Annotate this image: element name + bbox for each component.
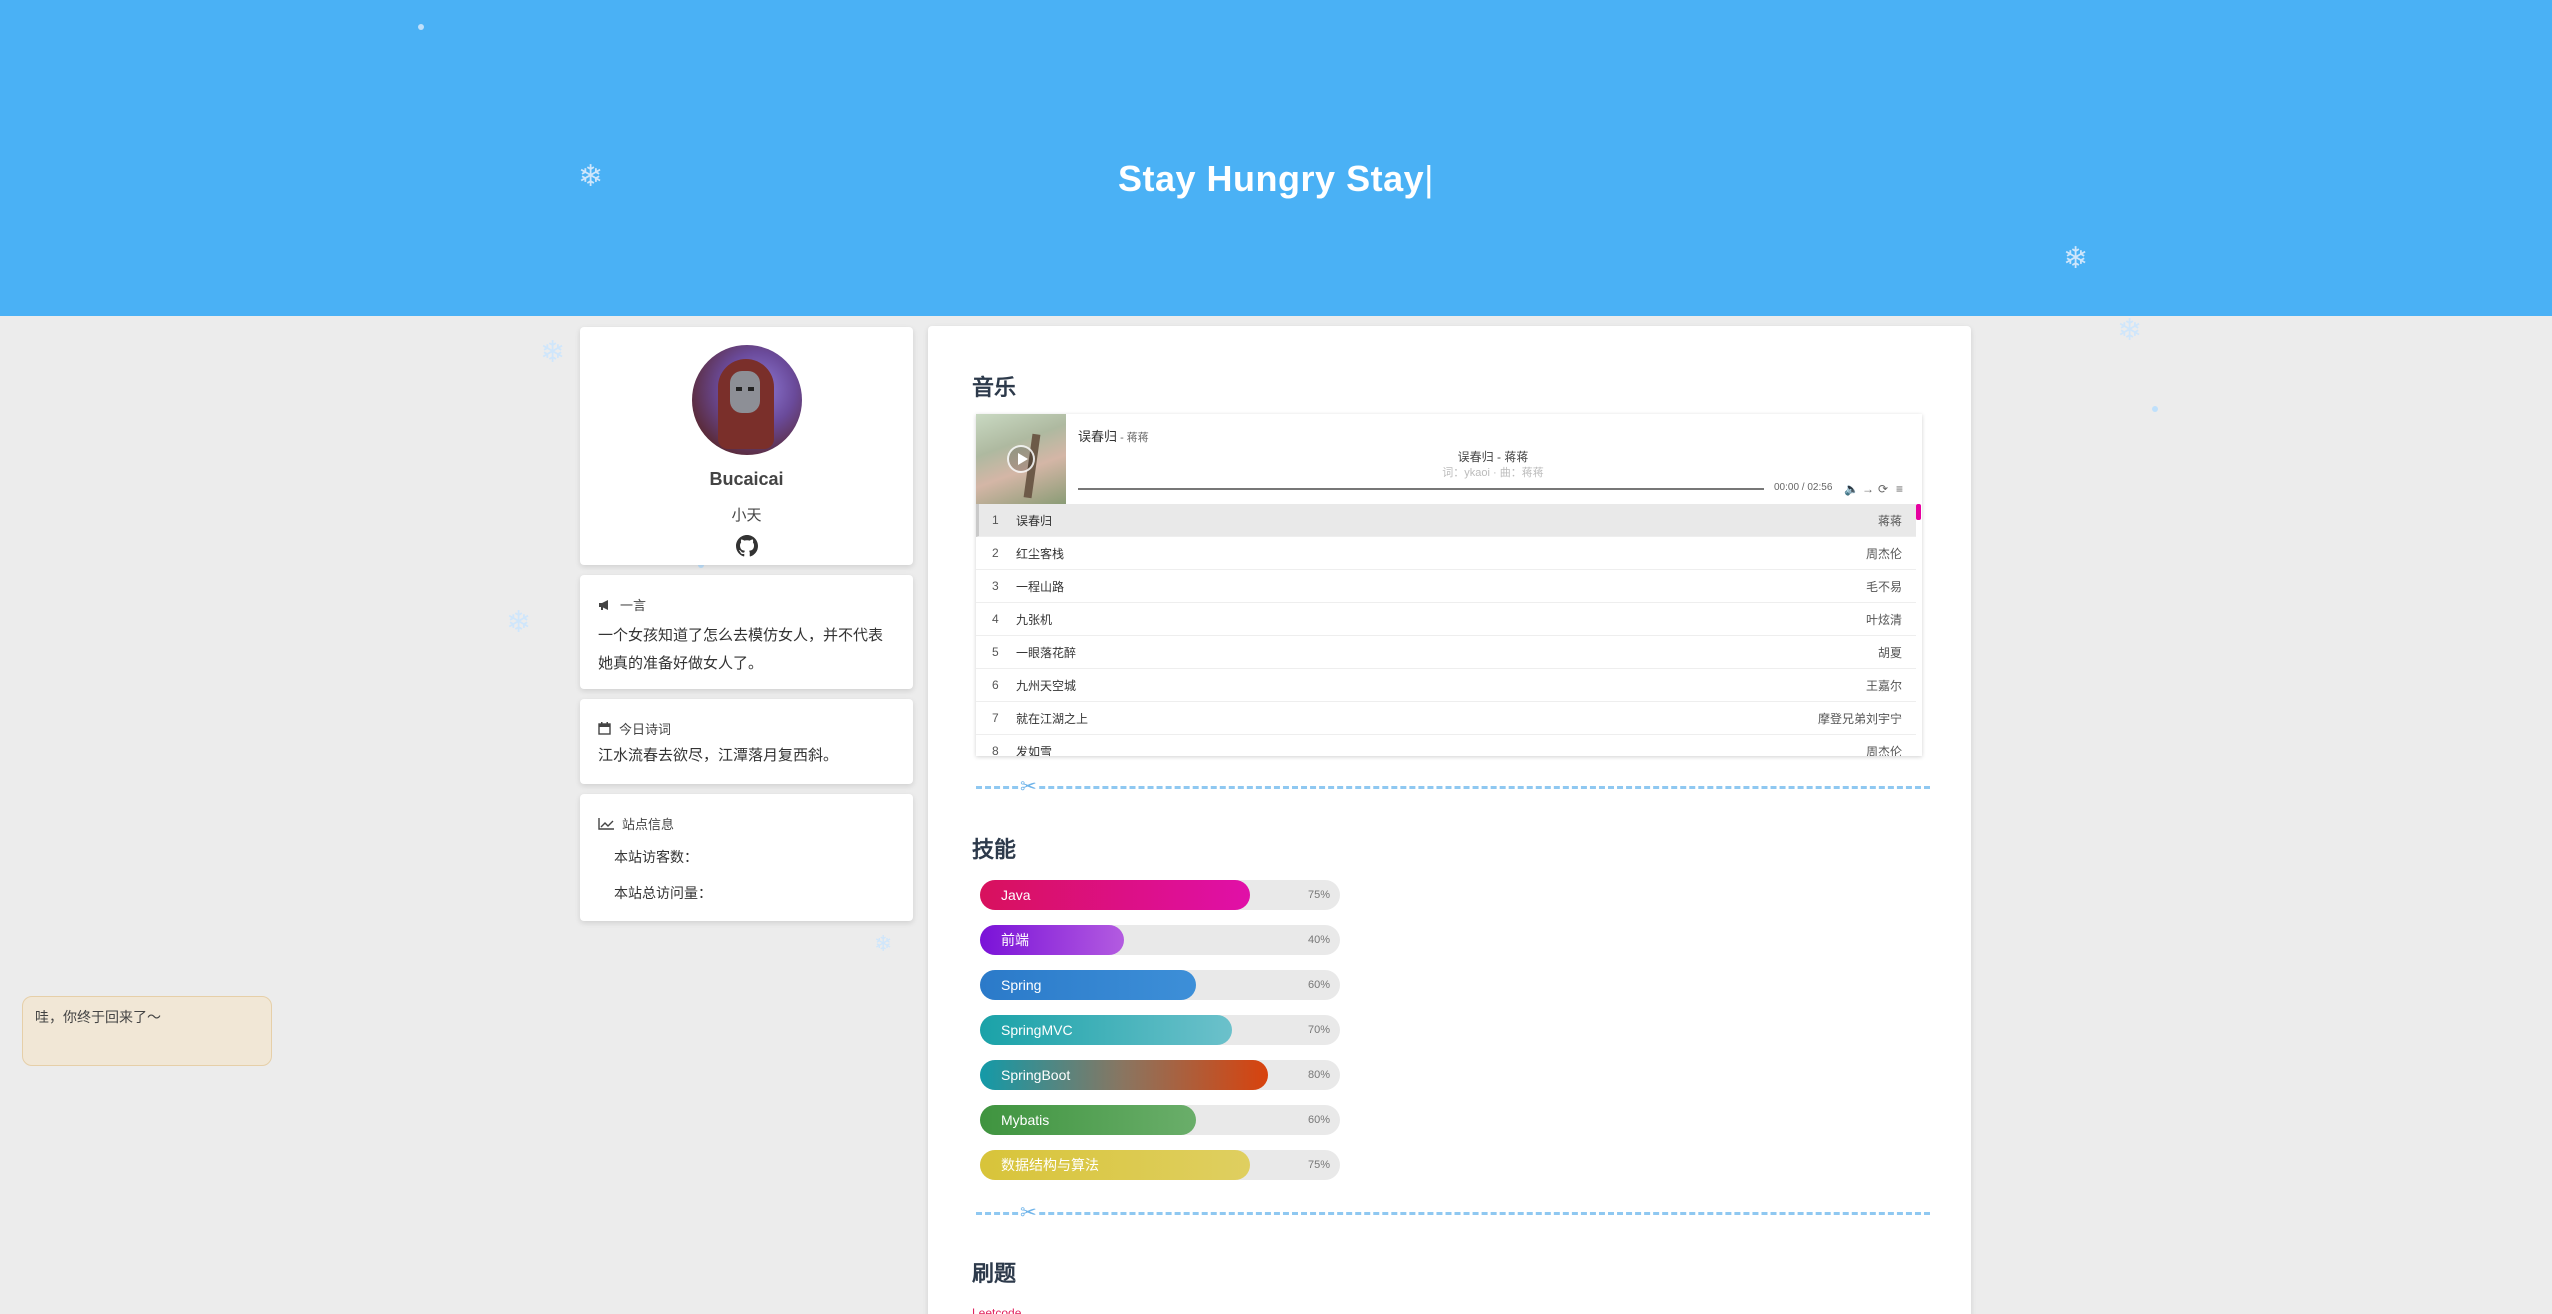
skill-bar-fill: Spring — [980, 970, 1196, 1000]
lyric-line: 误春归 - 蒋蒋 — [1457, 450, 1529, 464]
skill-percent: 40% — [1307, 934, 1330, 946]
skill-bar-fill: Mybatis — [980, 1105, 1196, 1135]
megaphone-icon — [599, 599, 608, 610]
view-count: 本站总访问量： — [614, 885, 712, 901]
order-icon[interactable]: → — [1862, 482, 1874, 496]
playlist-item[interactable]: 5 一眼落花醉 胡夏 — [976, 636, 1916, 669]
volume-icon[interactable]: 🔈 — [1844, 482, 1859, 496]
skills-section-title: 技能 — [972, 837, 1017, 862]
profile-nickname: 小天 — [731, 507, 762, 524]
snowflake-icon: ❄ — [540, 336, 566, 369]
skill-bar-fill: 前端 — [980, 925, 1124, 955]
profile-name: Bucaicai — [709, 469, 784, 489]
snowflake-icon: ❄ — [2117, 314, 2143, 347]
section-divider — [976, 1212, 1930, 1215]
quote-text: 一个女孩知道了怎么去模仿女人，并不代表她真的准备好做女人了。 — [598, 627, 884, 672]
skill-bar: 前端 40% — [980, 925, 1340, 955]
poem-card: 今日诗词 江水流春去欲尽，江潭落月复西斜。 — [580, 699, 913, 784]
playlist: 1 误春归 蒋蒋 2 红尘客栈 周杰伦 3 一程山路 毛不易 4 九张机 叶炫清 5 一眼落花醉胡… — [976, 504, 1916, 756]
skill-bar: 数据结构与算法 75% — [980, 1150, 1340, 1180]
typing-text: Stay Hungry Stay — [1118, 158, 1425, 199]
site-info-card: 站点信息 本站访客数： 本站总访问量： — [580, 794, 913, 921]
snowflake-icon: ❄ — [578, 160, 604, 193]
playlist-item[interactable]: 4 九张机 叶炫清 — [976, 603, 1916, 636]
progress-bar[interactable] — [1078, 488, 1764, 490]
poem-card-title: 今日诗词 — [619, 722, 672, 737]
playlist-item[interactable]: 1 误春归 蒋蒋 — [976, 504, 1916, 537]
calendar-icon — [598, 722, 611, 735]
skill-bar: Spring 60% — [980, 970, 1340, 1000]
welcome-tip: 哇，你终于回来了～ — [22, 996, 272, 1066]
skill-bar: Java 75% — [980, 880, 1340, 910]
skill-percent: 70% — [1307, 1024, 1330, 1036]
playlist-item[interactable]: 2 红尘客栈 周杰伦 — [976, 537, 1916, 570]
skill-percent: 75% — [1307, 1159, 1330, 1171]
scissors-icon: ✂ — [1020, 1202, 1037, 1224]
playlist-item[interactable]: 3 一程山路 毛不易 — [976, 570, 1916, 603]
playlist-scrollbar[interactable] — [1916, 504, 1921, 520]
snowflake-icon: ❄ — [874, 931, 893, 956]
github-icon[interactable] — [735, 535, 758, 557]
skill-percent: 60% — [1307, 979, 1330, 991]
header-title: Stay Hungry Stay| — [0, 158, 2552, 200]
skill-bar-fill: 数据结构与算法 — [980, 1150, 1250, 1180]
avatar — [691, 345, 802, 455]
quote-card-header: 一言 — [598, 595, 895, 614]
music-player: 误春归 - 蒋蒋 误春归 - 蒋蒋 词：ykaoi · 曲：蒋蒋 00:00 /… — [976, 414, 1922, 756]
section-divider — [976, 786, 1930, 789]
poem-text: 江水流春去欲尽，江潭落月复西斜。 — [598, 747, 839, 764]
chart-line-icon — [598, 817, 614, 830]
now-playing-title: 误春归 - 蒋蒋 — [1078, 429, 1149, 444]
snowflake-icon: ❄ — [2063, 242, 2089, 275]
snowflake-icon: ❄ — [506, 606, 532, 639]
playback-time: 00:00 / 02:56 — [1774, 482, 1833, 493]
skill-bar: Mybatis 60% — [980, 1105, 1340, 1135]
quote-card: 一言 一个女孩知道了怎么去模仿女人，并不代表她真的准备好做女人了。 — [580, 575, 913, 689]
loop-icon[interactable]: ⟳ — [1878, 482, 1888, 496]
site-info-title: 站点信息 — [622, 817, 675, 832]
quote-card-title: 一言 — [620, 598, 647, 613]
lyric-line-next: 词：ykaoi · 曲：蒋蒋 — [1442, 467, 1544, 479]
playlist-item[interactable]: 6 九州天空城 王嘉尔 — [976, 669, 1916, 702]
practice-section-title: 刷题 — [972, 1261, 1017, 1286]
skill-percent: 75% — [1307, 889, 1330, 901]
skill-percent: 60% — [1307, 1114, 1330, 1126]
main-content-card: 音乐 误春归 - 蒋蒋 误春归 - 蒋蒋 词：ykaoi · 曲：蒋蒋 00:0… — [928, 326, 1971, 1314]
skill-bar-fill: SpringBoot — [980, 1060, 1268, 1090]
leetcode-link[interactable]: Leetcode — [972, 1306, 1021, 1314]
skill-bar-fill: Java — [980, 880, 1250, 910]
poem-card-header: 今日诗词 — [598, 719, 895, 738]
skill-bar: SpringMVC 70% — [980, 1015, 1340, 1045]
visitor-count: 本站访客数： — [614, 849, 698, 865]
playlist-menu-icon[interactable]: ≡ — [1896, 482, 1903, 496]
snow-dot — [2152, 406, 2158, 412]
play-button[interactable] — [1007, 445, 1035, 473]
skill-bar-fill: SpringMVC — [980, 1015, 1232, 1045]
skill-percent: 80% — [1307, 1069, 1330, 1081]
scissors-icon: ✂ — [1020, 776, 1037, 798]
skill-bar: SpringBoot 80% — [980, 1060, 1340, 1090]
welcome-tip-text: 哇，你终于回来了～ — [35, 1009, 161, 1025]
site-header: Stay Hungry Stay| — [0, 0, 2552, 316]
site-info-header: 站点信息 — [598, 814, 895, 833]
playlist-item[interactable]: 8 发如雪 周杰伦 — [976, 735, 1916, 756]
music-section-title: 音乐 — [972, 375, 1017, 400]
playlist-item[interactable]: 7 就在江湖之上 摩登兄弟刘宇宁 — [976, 702, 1916, 735]
album-cover — [976, 414, 1066, 504]
snow-dot — [418, 24, 424, 30]
profile-card: Bucaicai 小天 — [580, 327, 913, 565]
typing-caret: | — [1424, 158, 1434, 199]
